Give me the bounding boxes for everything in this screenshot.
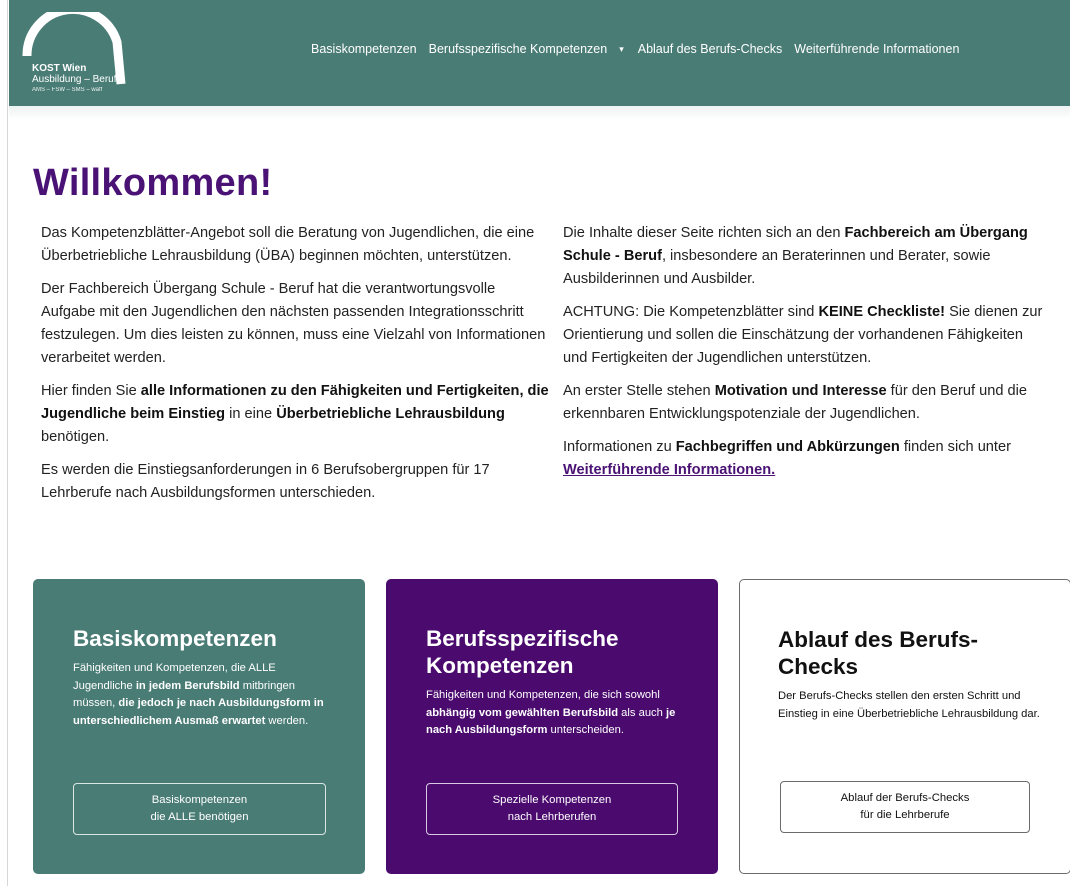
nav-weiterfuehrende-informationen[interactable]: Weiterführende Informationen [794,42,959,56]
window-left-edge [0,0,8,886]
weiterfuehrende-informationen-link[interactable]: Weiterführende Informationen. [563,462,775,478]
logo-title: KOST Wien [32,63,87,74]
nav-berufsspezifische-kompetenzen[interactable]: Berufsspezifische Kompetenzen [429,42,608,56]
intro-paragraph: Hier finden Sie alle Informationen zu de… [41,383,549,445]
basiskompetenzen-button[interactable]: Basiskompetenzen die ALLE benötigen [73,783,326,835]
card-description: Fähigkeiten und Kompetenzen, die sich so… [426,689,676,736]
intro-paragraph: Das Kompetenzblätter-Angebot soll die Be… [41,225,535,264]
card-description: Der Berufs-Checks stellen den ersten Sch… [778,690,1040,720]
intro-left-column: Das Kompetenzblätter-Angebot soll die Be… [41,222,551,515]
logo-subtitle: Ausbildung – Beruf [32,74,117,85]
intro-paragraph: Der Fachbereich Übergang Schule - Beruf … [41,281,546,366]
card-basiskompetenzen: Basiskompetenzen Fähigkeiten und Kompete… [33,579,365,874]
header-shadow [9,106,1070,120]
card-description: Fähigkeiten und Kompetenzen, die ALLE Ju… [73,662,324,727]
site-header: KOST Wien Ausbildung – Beruf AMS – FSW –… [9,0,1070,106]
card-title: Ablauf des Berufs-Checks [778,627,979,679]
page-title: Willkommen! [33,162,273,204]
intro-paragraph: Es werden die Einstiegsanforderungen in … [41,462,490,501]
chevron-down-icon[interactable]: ▾ [619,44,624,55]
intro-right-column: Die Inhalte dieser Seite richten sich an… [563,222,1048,492]
intro-paragraph: ACHTUNG: Die Kompetenzblätter sind KEINE… [563,304,1043,366]
card-title: Basiskompetenzen [73,626,277,651]
intro-paragraph: Informationen zu Fachbegriffen und Abkür… [563,439,1011,478]
main-nav: Basiskompetenzen Berufsspezifische Kompe… [311,42,959,56]
intro-paragraph: An erster Stelle stehen Motivation und I… [563,383,1027,422]
card-berufsspezifische-kompetenzen: Berufsspezifische Kompetenzen Fähigkeite… [386,579,718,874]
nav-ablauf-berufs-checks[interactable]: Ablauf des Berufs-Checks [638,42,783,56]
nav-basiskompetenzen[interactable]: Basiskompetenzen [311,42,417,56]
card-ablauf-berufs-checks: Ablauf des Berufs-Checks Der Berufs-Chec… [739,579,1070,874]
card-title: Berufsspezifische Kompetenzen [426,626,619,678]
intro-paragraph: Die Inhalte dieser Seite richten sich an… [563,225,1028,287]
spezielle-kompetenzen-button[interactable]: Spezielle Kompetenzen nach Lehrberufen [426,783,678,835]
logo-partners: AMS – FSW – SMS – waff [32,87,103,93]
kost-logo[interactable]: KOST Wien Ausbildung – Beruf AMS – FSW –… [21,12,131,96]
ablauf-berufs-checks-button[interactable]: Ablauf der Berufs-Checks für die Lehrberu… [780,781,1030,833]
